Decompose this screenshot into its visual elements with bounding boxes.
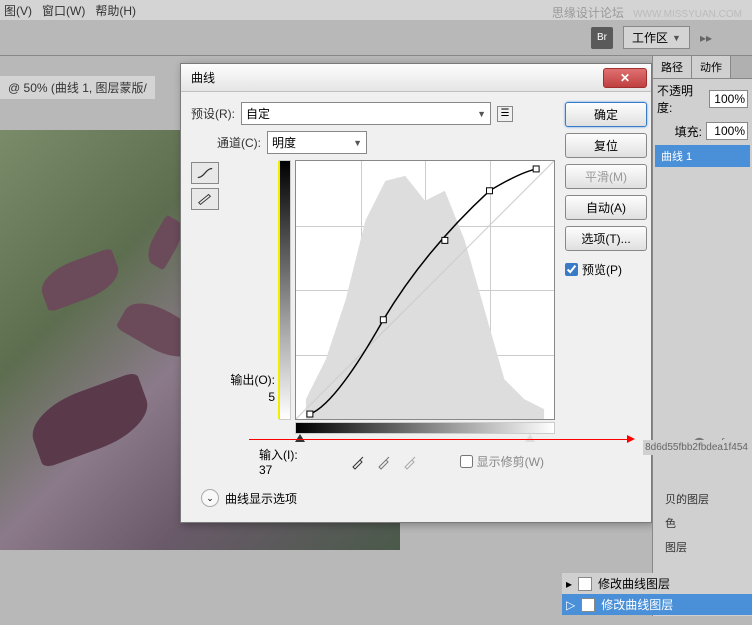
- hash-text: 8d6d55fbb2fbdea1f454: [643, 440, 750, 455]
- preview-label: 预览(P): [582, 261, 622, 278]
- chevron-down-icon: ▼: [672, 33, 681, 43]
- eye-icon[interactable]: ▷: [566, 598, 575, 612]
- close-button[interactable]: ✕: [603, 68, 647, 88]
- bridge-icon[interactable]: Br: [591, 27, 613, 49]
- gray-eyedropper[interactable]: [374, 452, 394, 472]
- expand-display-options[interactable]: ⌄: [201, 489, 219, 507]
- menu-view[interactable]: 图(V): [4, 2, 32, 18]
- history-thumb: [581, 598, 595, 612]
- layer-base[interactable]: 图层: [659, 536, 746, 558]
- input-label: 输入(I):: [259, 446, 298, 463]
- output-value[interactable]: 5: [268, 390, 275, 404]
- layer-color[interactable]: 色: [659, 512, 746, 534]
- document-title: @ 50% (曲线 1, 图层蒙版/: [0, 76, 155, 99]
- preset-combo[interactable]: 自定 ▼: [241, 102, 491, 125]
- opacity-value[interactable]: 100%: [709, 90, 748, 108]
- layer-copy[interactable]: 贝的图层: [659, 488, 746, 510]
- eye-icon[interactable]: ▸: [566, 577, 572, 591]
- layer-curves-1[interactable]: 曲线 1: [655, 145, 750, 167]
- preset-menu-icon[interactable]: ☰: [497, 106, 513, 122]
- tab-paths[interactable]: 路径: [653, 56, 692, 78]
- fill-value[interactable]: 100%: [706, 122, 748, 140]
- show-clip-checkbox[interactable]: [460, 455, 473, 468]
- preset-label: 预设(R):: [191, 105, 235, 122]
- opacity-label: 不透明度:: [657, 82, 705, 116]
- black-point-slider[interactable]: [295, 434, 305, 442]
- curve-path[interactable]: [296, 161, 554, 419]
- menu-help[interactable]: 帮助(H): [95, 2, 136, 18]
- ok-button[interactable]: 确定: [565, 102, 647, 127]
- curve-tool-button[interactable]: [191, 162, 219, 184]
- white-point-slider[interactable]: [525, 434, 535, 442]
- preview-checkbox[interactable]: [565, 263, 578, 276]
- smooth-button[interactable]: 平滑(M): [565, 164, 647, 189]
- tab-actions[interactable]: 动作: [692, 56, 731, 78]
- history-thumb: [578, 577, 592, 591]
- input-gradient[interactable]: [295, 422, 555, 434]
- curves-dialog: 曲线 ✕ 预设(R): 自定 ▼ ☰ 通道(C): 明度 ▼: [180, 63, 652, 523]
- fill-label: 填充:: [675, 123, 702, 140]
- menu-window[interactable]: 窗口(W): [42, 2, 85, 18]
- white-eyedropper[interactable]: [400, 452, 420, 472]
- dialog-titlebar[interactable]: 曲线 ✕: [181, 64, 651, 92]
- watermark-text: 思缘设计论坛: [552, 6, 624, 20]
- channel-combo[interactable]: 明度 ▼: [267, 131, 367, 154]
- output-gradient[interactable]: [279, 160, 291, 420]
- black-eyedropper[interactable]: [348, 452, 368, 472]
- options-button[interactable]: 选项(T)...: [565, 226, 647, 251]
- output-label: 输出(O):: [230, 371, 275, 388]
- workspace-button[interactable]: 工作区 ▼: [623, 26, 690, 49]
- history-item-selected[interactable]: ▷ 修改曲线图层: [562, 594, 752, 615]
- annotation-arrow: [249, 439, 629, 440]
- right-panel: 路径 动作 不透明度: 100% 填充: 100% 曲线 1 ⬤⎯ fx. ◐ …: [652, 56, 752, 616]
- history-item[interactable]: ▸ 修改曲线图层: [562, 573, 752, 594]
- options-bar: Br 工作区 ▼ ▸▸: [0, 20, 752, 56]
- show-clip-label: 显示修剪(W): [477, 453, 544, 470]
- channel-label: 通道(C):: [217, 134, 261, 151]
- collapse-icon[interactable]: ▸▸: [700, 31, 712, 45]
- dialog-title: 曲线: [191, 69, 215, 86]
- reset-button[interactable]: 复位: [565, 133, 647, 158]
- curves-graph[interactable]: [295, 160, 555, 420]
- auto-button[interactable]: 自动(A): [565, 195, 647, 220]
- display-options-label[interactable]: 曲线显示选项: [225, 490, 297, 507]
- watermark-url: WWW.MISSYUAN.COM: [633, 9, 742, 20]
- history-panel: ▸ 修改曲线图层 ▷ 修改曲线图层: [562, 573, 752, 615]
- pencil-tool-button[interactable]: [191, 188, 219, 210]
- chevron-down-icon: ▼: [477, 109, 486, 119]
- chevron-down-icon: ▼: [353, 138, 362, 148]
- input-value[interactable]: 37: [259, 463, 298, 477]
